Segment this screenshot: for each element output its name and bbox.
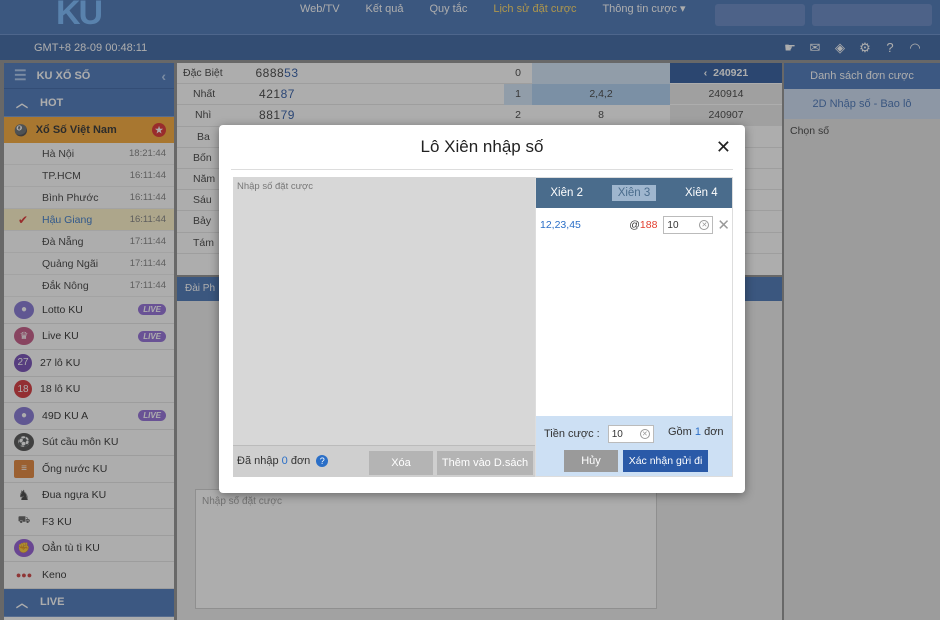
bet-slip: Xiên 2 Xiên 3 Xiên 4 12,23,45 @188 10 ✕ ✕… <box>535 177 733 477</box>
slip-footer: Tiền cược : 10 ✕ Gồm 1 đơn Hủy Xác nhận gử… <box>536 416 732 476</box>
tab-xien-3[interactable]: Xiên 3 <box>611 185 657 201</box>
bet-line: 12,23,45 @188 10 ✕ ✕ <box>540 214 730 236</box>
xien-tabs: Xiên 2 Xiên 3 Xiên 4 <box>536 178 732 208</box>
order-count-unit: đơn <box>704 426 724 438</box>
add-to-list-button[interactable]: Thêm vào D.sách <box>437 451 533 475</box>
number-entry-area[interactable]: Nhập số đặt cược Đã nhập 0 đơn? Xóa Thêm… <box>233 177 535 477</box>
order-count: Gồm 1 đơn <box>668 426 724 438</box>
bet-amount-input[interactable]: 10 ✕ <box>663 216 714 234</box>
dialog-title: Lô Xiên nhập số <box>420 137 544 156</box>
tab-xien-4[interactable]: Xiên 4 <box>685 187 718 199</box>
divider <box>231 169 733 170</box>
bet-odds: @188 <box>629 219 657 231</box>
entered-label: Đã nhập <box>237 455 279 467</box>
clear-input-icon[interactable]: ✕ <box>699 220 710 230</box>
remove-bet-icon[interactable]: ✕ <box>717 216 730 234</box>
entered-unit: đơn <box>290 455 311 467</box>
help-icon[interactable]: ? <box>316 455 329 467</box>
stake-value: 10 <box>611 428 623 440</box>
close-icon[interactable]: ✕ <box>716 137 731 158</box>
entered-count: Đã nhập 0 đơn? <box>237 455 329 467</box>
bet-amount-value: 10 <box>667 219 679 231</box>
stake-input[interactable]: 10 ✕ <box>607 425 654 443</box>
odds-at: @ <box>629 219 640 231</box>
number-entry-placeholder: Nhập số đặt cược <box>237 181 313 192</box>
clear-button[interactable]: Xóa <box>369 451 433 475</box>
odds-value: 188 <box>639 219 658 231</box>
cancel-button[interactable]: Hủy <box>564 450 618 472</box>
bet-numbers: 12,23,45 <box>540 219 581 231</box>
entry-footer: Đã nhập 0 đơn? Xóa Thêm vào D.sách <box>233 445 535 477</box>
confirm-submit-button[interactable]: Xác nhận gửi đi <box>623 450 708 472</box>
order-count-number: 1 <box>694 426 702 438</box>
stake-row: Tiền cược : 10 ✕ <box>544 425 654 443</box>
entered-number: 0 <box>281 455 288 467</box>
stake-label: Tiền cược : <box>544 428 600 440</box>
lo-xien-dialog: Lô Xiên nhập số ✕ Nhập số đặt cược Đã nh… <box>219 125 745 493</box>
tab-xien-2[interactable]: Xiên 2 <box>550 187 583 199</box>
order-count-label: Gồm <box>668 426 692 438</box>
clear-input-icon[interactable]: ✕ <box>639 429 650 439</box>
